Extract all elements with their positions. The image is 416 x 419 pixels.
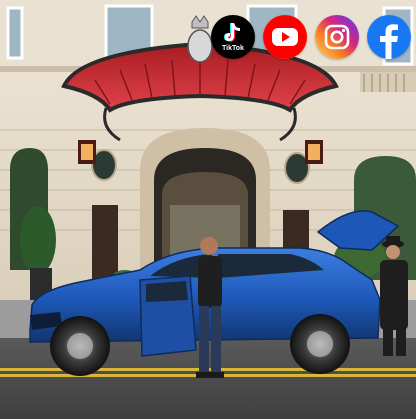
tiktok-label: TikTok bbox=[222, 45, 244, 52]
hotel-car-photo: TikTok bbox=[0, 0, 416, 419]
side-door-left bbox=[92, 205, 118, 285]
youtube-icon[interactable] bbox=[263, 15, 307, 59]
lantern-left bbox=[78, 140, 96, 164]
lantern-right bbox=[305, 140, 323, 164]
youtube-glyph bbox=[263, 15, 307, 59]
photo-scene bbox=[0, 0, 416, 419]
facebook-icon[interactable] bbox=[367, 15, 411, 59]
tiktok-icon[interactable]: TikTok bbox=[211, 15, 255, 59]
social-icons-bar: TikTok bbox=[211, 15, 411, 59]
facebook-glyph bbox=[367, 15, 411, 59]
tiktok-note-glyph bbox=[224, 23, 240, 42]
instagram-icon[interactable] bbox=[315, 15, 359, 59]
instagram-glyph bbox=[315, 15, 359, 59]
